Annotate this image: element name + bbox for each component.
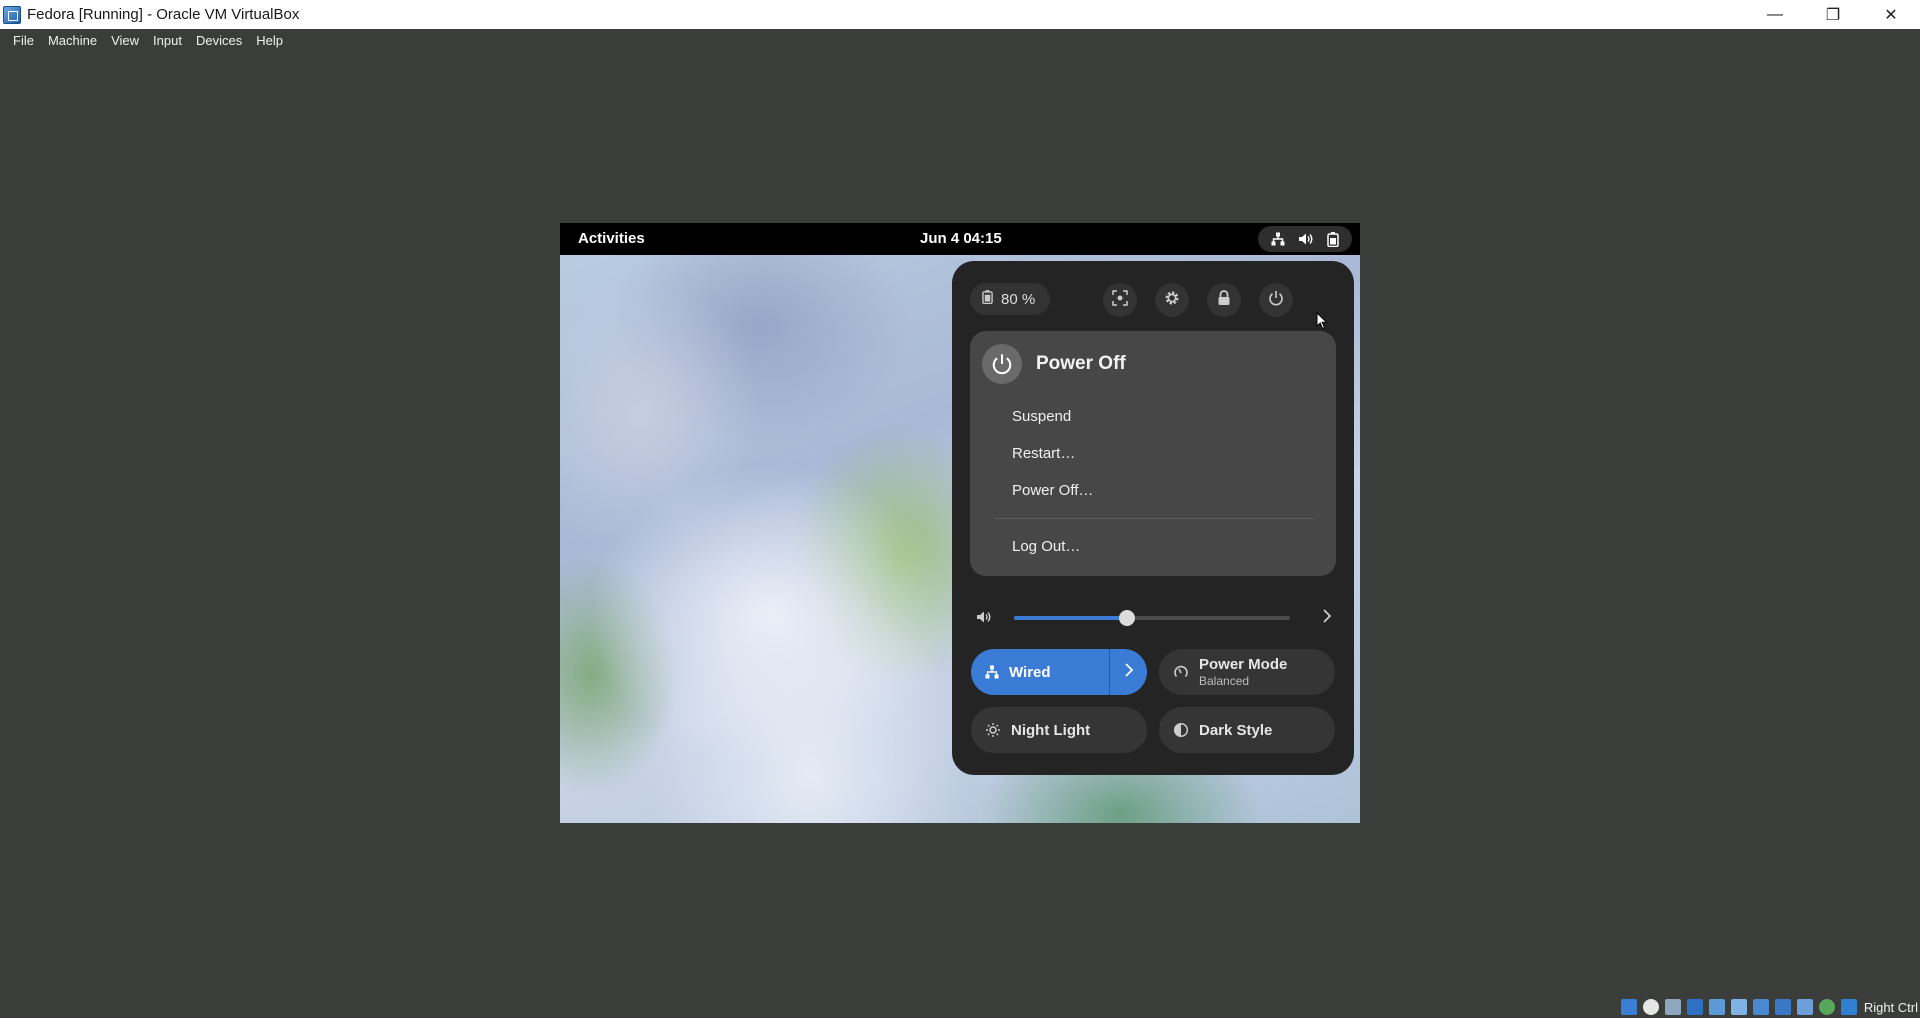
shared-folders-icon[interactable] (1730, 999, 1747, 1015)
screenshot-button[interactable] (1103, 283, 1137, 317)
lock-icon (1217, 289, 1231, 311)
maximize-button[interactable]: ❐ (1804, 0, 1862, 29)
menu-help[interactable]: Help (249, 33, 290, 48)
settings-button[interactable] (1155, 283, 1189, 317)
wired-expand-button[interactable] (1109, 649, 1147, 695)
vm-display[interactable]: Activities Jun 4 04:15 80 % Power Off Su… (560, 223, 1360, 823)
speaker-icon (1298, 232, 1314, 246)
battery-percentage: 80 % (1001, 290, 1036, 308)
night-light-toggle[interactable]: Night Light (971, 707, 1147, 753)
window-titlebar: Fedora [Running] - Oracle VM VirtualBox … (0, 0, 1920, 29)
menu-machine[interactable]: Machine (41, 33, 104, 48)
battery-icon (982, 290, 993, 308)
power-off-menu-item[interactable]: Power Off… (1012, 482, 1093, 499)
power-icon (1268, 290, 1284, 311)
power-menu-icon (982, 344, 1022, 384)
power-off-menu: Power Off Suspend Restart… Power Off… Lo… (970, 331, 1336, 576)
dark-style-toggle[interactable]: Dark Style (1159, 707, 1335, 753)
night-light-label: Night Light (1011, 721, 1091, 739)
network-icon[interactable] (1686, 999, 1703, 1015)
virtualization-icon[interactable] (1796, 999, 1813, 1015)
power-mode-subtitle: Balanced (1199, 674, 1250, 688)
log-out-menu-item[interactable]: Log Out… (1012, 538, 1080, 555)
dark-style-label: Dark Style (1199, 721, 1273, 739)
volume-slider-fill (1014, 616, 1128, 620)
power-button[interactable] (1259, 283, 1293, 317)
volume-row (976, 608, 1338, 628)
usb-icon[interactable] (1708, 999, 1725, 1015)
mouse-integration-icon[interactable] (1840, 999, 1857, 1015)
wired-label: Wired (1009, 663, 1051, 681)
dark-style-icon (1173, 722, 1189, 738)
quick-settings-panel: 80 % Power Off Suspend Restart… Power Of… (952, 261, 1354, 775)
chevron-right-icon[interactable] (1322, 608, 1332, 629)
restart-menu-item[interactable]: Restart… (1012, 445, 1075, 462)
window-title: Fedora [Running] - Oracle VM VirtualBox (27, 6, 300, 23)
system-tray[interactable] (1258, 226, 1352, 252)
sun-icon (985, 722, 1001, 738)
screenshot-icon (1112, 289, 1128, 311)
battery-indicator[interactable]: 80 % (970, 283, 1050, 315)
volume-icon[interactable] (976, 610, 992, 629)
close-button[interactable]: ✕ (1862, 0, 1920, 29)
volume-slider-knob[interactable] (1119, 610, 1136, 626)
volume-slider[interactable] (1014, 610, 1290, 626)
power-mode-label: Power Mode (1199, 656, 1288, 673)
virtualbox-app-icon (3, 5, 21, 24)
activities-button[interactable]: Activities (578, 230, 645, 247)
wired-network-toggle[interactable]: Wired (971, 649, 1147, 695)
recording-icon[interactable] (1774, 999, 1791, 1015)
host-key-label: Right Ctrl (1863, 999, 1918, 1015)
battery-icon (1327, 231, 1340, 247)
host-status-tray: Right Ctrl (1618, 996, 1918, 1018)
display-icon[interactable] (1752, 999, 1769, 1015)
lock-button[interactable] (1207, 283, 1241, 317)
menu-view[interactable]: View (104, 33, 146, 48)
gnome-top-bar: Activities Jun 4 04:15 (560, 223, 1360, 255)
clock[interactable]: Jun 4 04:15 (920, 230, 1002, 247)
audio-icon[interactable] (1664, 999, 1681, 1015)
power-mode-toggle[interactable]: Power Mode Balanced (1159, 649, 1335, 695)
window-controls: — ❐ ✕ (1746, 0, 1920, 29)
minimize-button[interactable]: — (1746, 0, 1804, 29)
chevron-right-icon (1124, 662, 1134, 683)
settings-gear-icon (1164, 290, 1180, 311)
network-wired-icon (985, 665, 999, 679)
menu-devices[interactable]: Devices (189, 33, 249, 48)
menu-input[interactable]: Input (146, 33, 189, 48)
power-menu-title: Power Off (1036, 353, 1126, 374)
menu-separator (994, 518, 1314, 519)
power-mode-gauge-icon (1173, 664, 1189, 680)
guest-additions-icon[interactable] (1818, 999, 1835, 1015)
mouse-cursor-icon (1316, 311, 1328, 335)
suspend-menu-item[interactable]: Suspend (1012, 408, 1071, 425)
network-wired-icon (1271, 232, 1285, 246)
optical-drive-icon[interactable] (1642, 999, 1659, 1015)
hard-disk-icon[interactable] (1620, 999, 1637, 1015)
menubar: File Machine View Input Devices Help (0, 29, 1920, 51)
menu-file[interactable]: File (6, 33, 41, 48)
